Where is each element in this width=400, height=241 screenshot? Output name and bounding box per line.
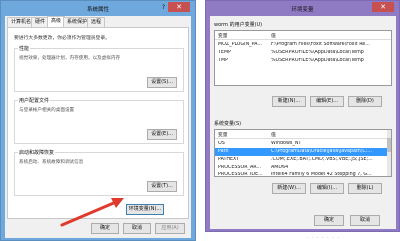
envvars-titlebar[interactable]: 环境变量 ✕ xyxy=(206,1,399,15)
envvars-title: 环境变量 xyxy=(291,7,314,13)
table-row[interactable]: MOZ_PLUGIN_PA... F:\Program Files\Foxit … xyxy=(215,41,391,49)
var-name: PROCESSOR_AR... xyxy=(218,165,261,170)
system-edit-button[interactable]: 编辑(I)... xyxy=(310,183,344,194)
var-name: OS xyxy=(218,141,225,146)
var-value: F:\Program Files\Foxit Software\Foxit Re… xyxy=(271,42,370,47)
table-row[interactable]: PROCESSOR_IDE... Intel64 Family 6 Model … xyxy=(215,171,391,177)
environment-variables-window: 环境变量 ✕ worm 的用户变量(U) 变量 值 MOZ_PLUGIN_PA.… xyxy=(205,0,400,232)
user-vars-header: 变量 值 xyxy=(215,31,391,40)
advanced-panel: 要进行大多数更改，你必须作为管理员登录。 性能 视觉效果，处理器计划，内存使用，… xyxy=(7,27,189,219)
user-vars-table[interactable]: 变量 值 MOZ_PLUGIN_PA... F:\Program Files\F… xyxy=(214,30,392,86)
close-icon[interactable]: ✕ xyxy=(372,2,394,12)
system-vars-header: 变量 值 xyxy=(215,130,391,139)
sysprops-content: 计算机名 硬件 高级 系统保护 远程 要进行大多数更改，你必须作为管理员登录。 … xyxy=(5,16,191,238)
system-vars-scrollbar[interactable] xyxy=(387,130,391,176)
var-name: TEMP xyxy=(218,50,231,55)
var-value: Windows_NT xyxy=(271,141,302,146)
table-row[interactable]: PATHEXT .COM;.EXE;.BAT;.CMD;.VBS;.VBE;.J… xyxy=(215,156,391,164)
envvars-content: worm 的用户变量(U) 变量 值 MOZ_PLUGIN_PA... F:\P… xyxy=(210,16,396,229)
system-new-button[interactable]: 新建(W)... xyxy=(272,183,306,194)
user-edit-button[interactable]: 编辑(E)... xyxy=(310,96,344,107)
scrollbar-thumb[interactable] xyxy=(387,138,391,152)
col-variable: 变量 xyxy=(218,133,228,138)
system-vars-table[interactable]: 变量 值 OS Windows_NT Path C:\ProgramData\O… xyxy=(214,129,392,177)
system-delete-button[interactable]: 删除(L) xyxy=(348,183,382,194)
table-row[interactable]: TEMP %USERPROFILE%\AppData\Local\Temp xyxy=(215,49,391,57)
var-value: C:\ProgramData\Oracle\Java\javapath;C:..… xyxy=(271,149,372,154)
system-properties-window: 系统属性 ? ✕ 计算机名 硬件 高级 系统保护 远程 要进行大多数更改，你必须… xyxy=(0,0,196,241)
user-profiles-settings-button[interactable]: 设置(E)... xyxy=(147,129,177,140)
user-delete-button[interactable]: 删除(D) xyxy=(348,96,382,107)
var-name: TMP xyxy=(218,58,228,63)
var-value: %USERPROFILE%\AppData\Local\Temp xyxy=(271,50,364,55)
startup-recovery-settings-button[interactable]: 设置(T)... xyxy=(147,181,177,192)
environment-variables-button[interactable]: 环境变量(N)... xyxy=(126,204,164,215)
envvars-cancel-button[interactable]: 取消 xyxy=(350,215,380,226)
system-vars-label: 系统变量(S) xyxy=(214,121,242,127)
performance-title: 性能 xyxy=(18,45,31,52)
performance-settings-button[interactable]: 设置(S)... xyxy=(147,77,177,88)
col-variable: 变量 xyxy=(218,34,228,39)
sysprops-apply-button[interactable]: 应用(A) xyxy=(155,223,185,234)
var-value: Intel64 Family 6 Model 42 Stepping 7, G.… xyxy=(271,172,372,177)
sysprops-titlebar[interactable]: 系统属性 ? ✕ xyxy=(1,1,195,15)
envvars-ok-button[interactable]: 确定 xyxy=(314,215,344,226)
user-profiles-group: 用户配置文件 与登录帐户相关的桌面设置 设置(E)... xyxy=(14,97,184,144)
startup-recovery-desc: 系统启动、系统故障和调试信息 xyxy=(19,160,84,165)
table-row-selected[interactable]: Path C:\ProgramData\Oracle\Java\javapath… xyxy=(215,148,391,156)
decorative-dots: · · · · · · · xyxy=(306,235,340,241)
var-value: AMD64 xyxy=(271,165,289,170)
user-profiles-title: 用户配置文件 xyxy=(18,97,51,104)
user-vars-label: worm 的用户变量(U) xyxy=(214,22,263,28)
close-icon[interactable]: ✕ xyxy=(168,2,190,12)
startup-recovery-title: 启动和故障恢复 xyxy=(18,149,56,156)
var-name: MOZ_PLUGIN_PA... xyxy=(218,42,262,47)
tab-remote[interactable]: 远程 xyxy=(87,17,106,27)
sysprops-cancel-button[interactable]: 取消 xyxy=(123,223,151,234)
var-name: PATHEXT xyxy=(218,157,240,162)
startup-recovery-group: 启动和故障恢复 系统启动、系统故障和调试信息 设置(T)... xyxy=(14,149,184,196)
col-value: 值 xyxy=(271,133,276,138)
sysprops-title: 系统属性 xyxy=(86,7,109,13)
var-value: %USERPROFILE%\AppData\Local\Temp xyxy=(271,58,364,63)
admin-note: 要进行大多数更改，你必须作为管理员登录。 xyxy=(14,36,110,41)
user-profiles-desc: 与登录帐户相关的桌面设置 xyxy=(19,108,75,113)
table-row[interactable]: TMP %USERPROFILE%\AppData\Local\Temp xyxy=(215,57,391,65)
help-icon[interactable]: ? xyxy=(162,4,165,11)
user-new-button[interactable]: 新建(N)... xyxy=(272,96,306,107)
performance-group: 性能 视觉效果，处理器计划，内存使用，以及虚拟内存 设置(S)... xyxy=(14,45,184,92)
performance-desc: 视觉效果，处理器计划，内存使用，以及虚拟内存 xyxy=(19,56,121,61)
table-row[interactable]: OS Windows_NT xyxy=(215,140,391,148)
var-value: .COM;.EXE;.BAT;.CMD;.VBS;.VBE;.JS;.JSE;.… xyxy=(271,157,373,162)
col-value: 值 xyxy=(271,34,276,39)
sysprops-ok-button[interactable]: 确定 xyxy=(91,223,119,234)
var-name: Path xyxy=(218,149,229,154)
var-name: PROCESSOR_IDE... xyxy=(218,172,263,177)
